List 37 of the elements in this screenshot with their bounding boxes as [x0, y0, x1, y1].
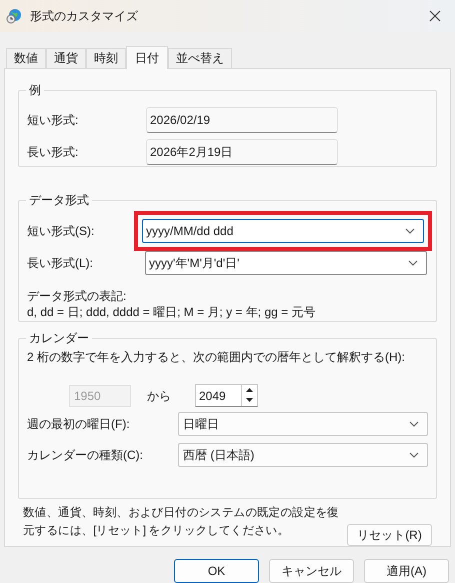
to-year-spinbox[interactable]: 2049	[195, 384, 258, 408]
field-label: 短い形式(S):	[27, 222, 96, 240]
group-title: データ形式	[26, 192, 92, 208]
tab[interactable]: 時刻	[86, 48, 126, 68]
two-digit-year-label: 2 桁の数字で年を入力すると、次の範囲内での暦年として解釈する(H):	[27, 348, 406, 365]
chevron-down-icon	[409, 420, 419, 427]
dialog-button[interactable]: キャンセル	[269, 559, 354, 583]
chevron-down-icon	[408, 260, 418, 266]
dialog-button[interactable]: OK	[174, 559, 259, 583]
tab[interactable]: 数値	[6, 48, 46, 68]
notation-title: データ形式の表記:	[27, 288, 128, 304]
tab[interactable]: 日付	[126, 46, 168, 69]
group-title: 例	[26, 82, 44, 98]
tab[interactable]: 通貨	[46, 48, 86, 68]
tab[interactable]: 並べ替え	[168, 48, 232, 68]
group-title: カレンダー	[26, 330, 92, 346]
readonly-field: 2026/02/19	[146, 106, 338, 133]
notation-text: d, dd = 日; ddd, dddd = 曜日; M = 月; y = 年; gg = 元号	[27, 304, 316, 320]
window-title: 形式のカスタマイズ	[30, 8, 138, 25]
calendar-dropdown[interactable]: 日曜日	[178, 412, 428, 436]
field-label: 長い形式:	[27, 144, 80, 161]
field-label: 短い形式:	[27, 112, 80, 129]
reset-button[interactable]: リセット(R)	[347, 524, 432, 546]
format-dropdown[interactable]: yyyy/MM/dd ddd	[142, 218, 424, 243]
range-label: から	[147, 388, 171, 405]
readonly-field: 2026年2月19日	[146, 138, 338, 165]
chevron-down-icon	[409, 452, 419, 458]
calendar-dropdown[interactable]: 西暦 (日本語)	[178, 442, 428, 467]
format-dropdown[interactable]: yyyy'年'M'月'd'日'	[145, 250, 427, 275]
field-label: 週の最初の曜日(F):	[27, 416, 131, 433]
field-label: カレンダーの種類(C):	[27, 446, 144, 464]
globe-clock-icon	[6, 8, 22, 24]
reset-note: 数値、通貨、時刻、および日付のシステムの既定の設定を復元するには、[リセット] をクリックしてください。	[23, 505, 340, 539]
dialog-button[interactable]: 適用(A)	[364, 559, 449, 583]
chevron-down-icon	[405, 228, 415, 234]
close-icon	[429, 10, 441, 22]
field-label: 長い形式(L):	[27, 254, 94, 272]
